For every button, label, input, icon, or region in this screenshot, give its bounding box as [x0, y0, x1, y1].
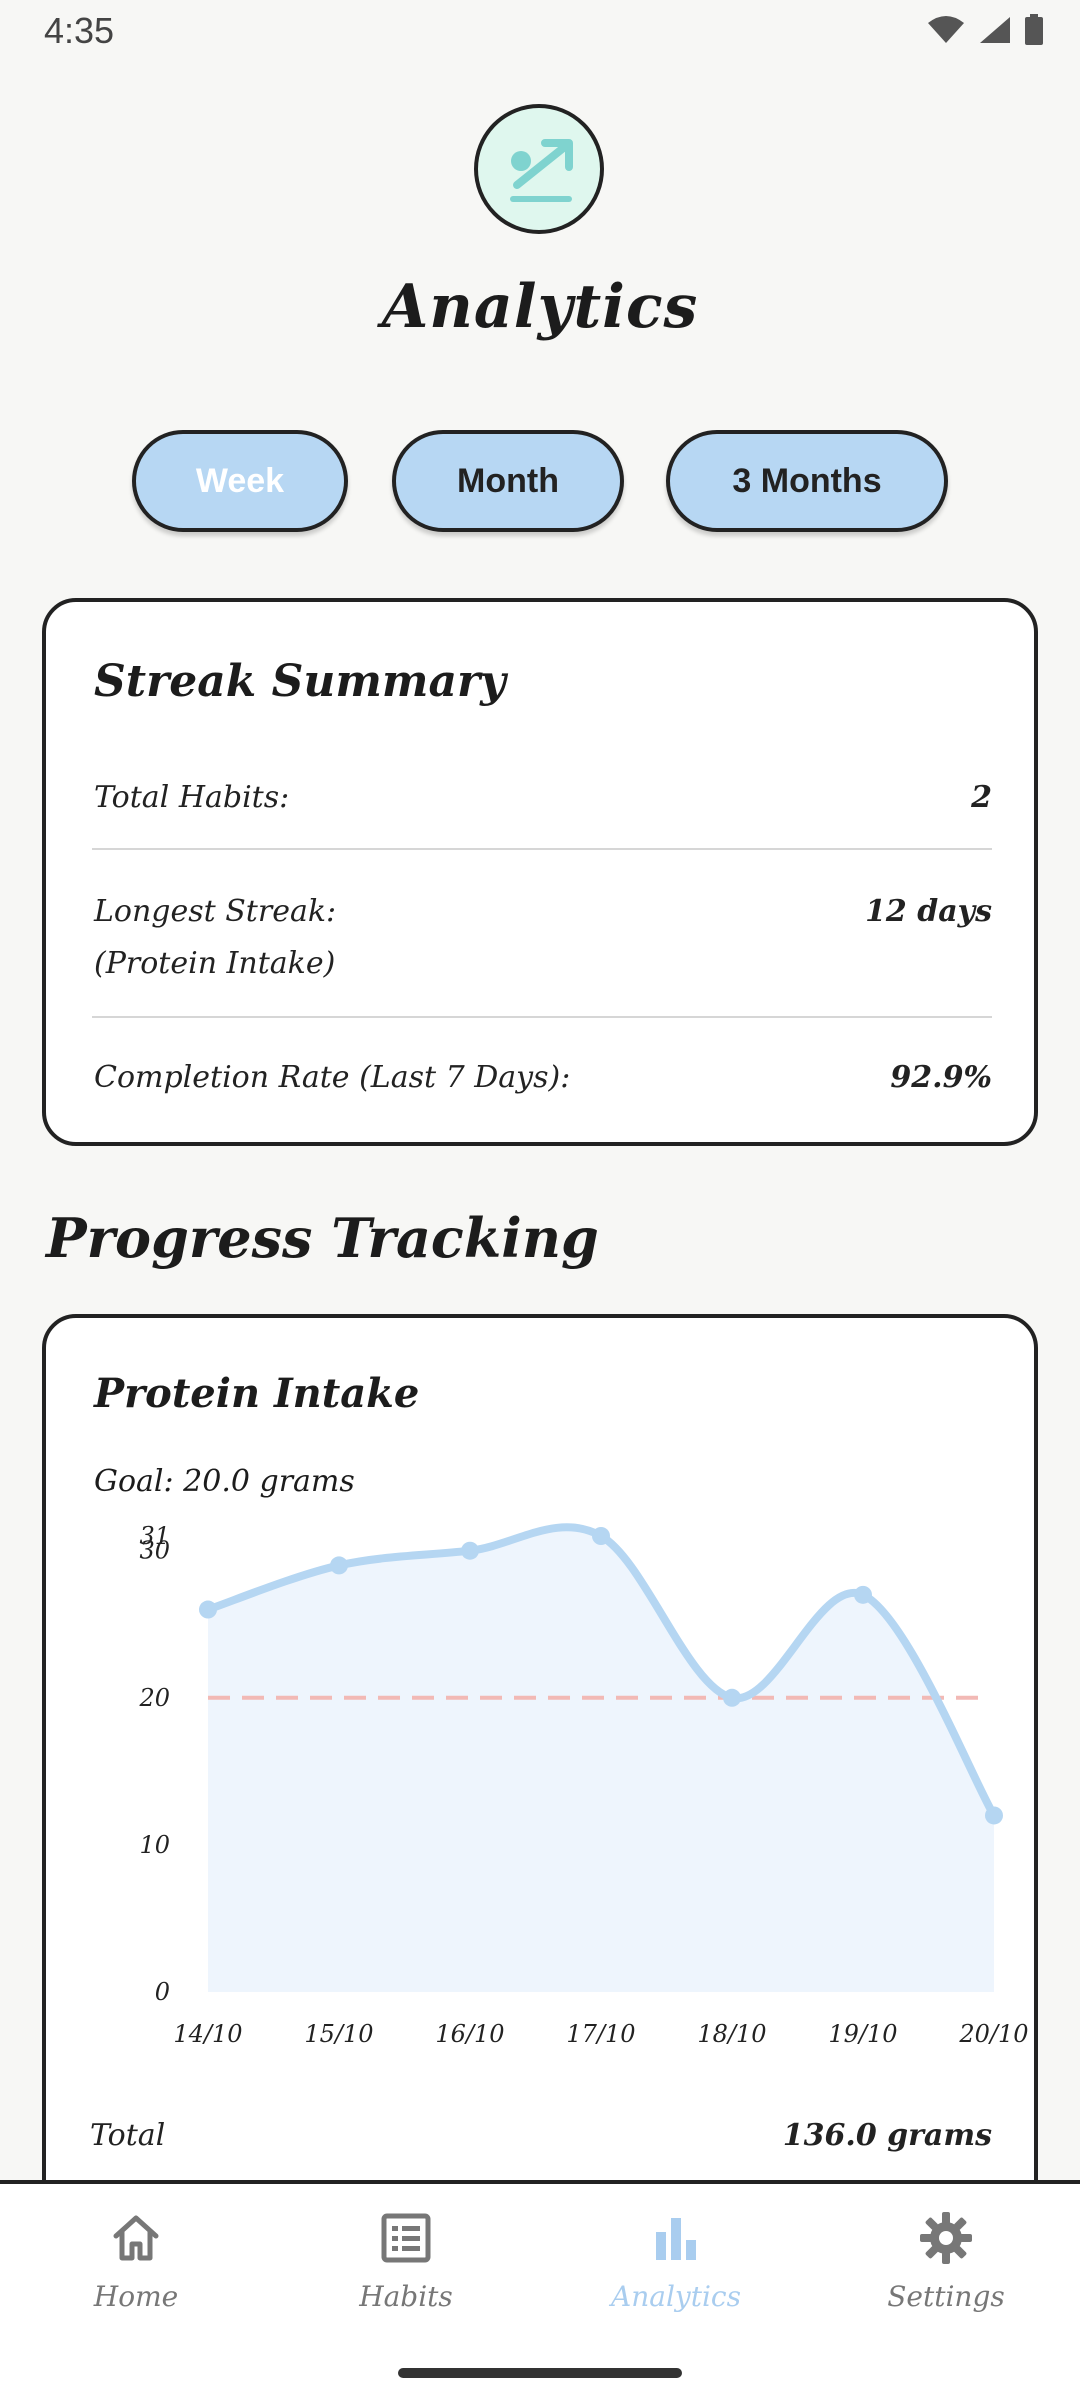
tab-3-months[interactable]: 3 Months [666, 430, 948, 532]
home-icon [113, 2215, 159, 2261]
x-tick-label: 19/10 [828, 2020, 897, 2048]
protein-intake-card: Protein Intake Goal: 20.0 grams 0 10 20 30 3… [42, 1314, 1038, 2214]
divider [92, 848, 992, 850]
total-value: 136.0 grams [782, 2118, 992, 2153]
nav-analytics[interactable]: Analytics [576, 2210, 776, 2313]
streak-summary-card: Streak Summary Total Habits: 2 Longest S… [42, 598, 1038, 1146]
tab-week[interactable]: Week [132, 430, 348, 532]
status-icons [926, 14, 1044, 46]
nav-habits[interactable]: Habits [306, 2210, 506, 2313]
nav-habits-label: Habits [359, 2280, 453, 2313]
x-tick-label: 20/10 [958, 2020, 1028, 2048]
x-tick-label: 17/10 [566, 2020, 635, 2048]
data-point[interactable] [985, 1806, 1003, 1825]
data-point[interactable] [199, 1600, 217, 1619]
analytics-logo [474, 104, 604, 234]
protein-intake-chart: 01020303114/10 15/10 16/10 17/10 18/10 19/10 2… [138, 1522, 1028, 2048]
progress-section-title: Progress Tracking [46, 1206, 599, 1270]
longest-streak-habit: (Protein Intake) [94, 946, 336, 981]
x-tick-label: 15/10 [304, 2020, 373, 2048]
y-tick-label: 0 [155, 1978, 170, 2006]
data-point[interactable] [330, 1556, 348, 1575]
list-icon [381, 2213, 431, 2263]
wifi-icon [928, 16, 964, 43]
signal-icon [980, 17, 1010, 43]
status-bar: 4:35 [0, 0, 1080, 62]
battery-icon [1025, 14, 1043, 45]
total-habits-value: 2 [971, 780, 992, 815]
x-tick-label: 14/10 [173, 2020, 242, 2048]
total-label: Total [90, 2118, 166, 2153]
completion-rate-value: 92.9% [890, 1060, 992, 1095]
tab-month[interactable]: Month [392, 430, 624, 532]
trend-up-icon [510, 139, 573, 202]
nav-settings-label: Settings [887, 2280, 1005, 2313]
nav-settings[interactable]: Settings [846, 2210, 1046, 2313]
y-tick-label: 31 [139, 1522, 170, 1550]
completion-rate-label: Completion Rate (Last 7 Days): [94, 1060, 571, 1095]
home-indicator [398, 2368, 682, 2378]
nav-home[interactable]: Home [36, 2210, 236, 2313]
data-point[interactable] [854, 1585, 872, 1604]
page-title: Analytics [381, 272, 699, 342]
longest-streak-label: Longest Streak: [94, 894, 337, 929]
x-tick-label: 18/10 [697, 2020, 766, 2048]
x-tick-label: 16/10 [435, 2020, 504, 2048]
longest-streak-value: 12 days [865, 894, 992, 929]
status-time: 4:35 [44, 10, 115, 51]
bar-chart-icon [656, 2218, 696, 2260]
bottom-nav: Home Habits Analytics Settings [0, 2180, 1080, 2400]
streak-summary-title: Streak Summary [94, 656, 506, 707]
total-habits-label: Total Habits: [94, 780, 290, 815]
nav-analytics-label: Analytics [611, 2280, 741, 2313]
data-point[interactable] [461, 1541, 479, 1560]
range-tabs: Week Month 3 Months [0, 430, 1080, 536]
y-tick-label: 20 [138, 1684, 170, 1712]
nav-home-label: Home [93, 2280, 179, 2313]
y-tick-label: 10 [139, 1831, 170, 1859]
chart-area-fill [208, 1527, 994, 1992]
data-point[interactable] [723, 1688, 741, 1707]
divider [92, 1016, 992, 1018]
gear-icon [920, 2212, 972, 2264]
data-point[interactable] [592, 1527, 610, 1545]
